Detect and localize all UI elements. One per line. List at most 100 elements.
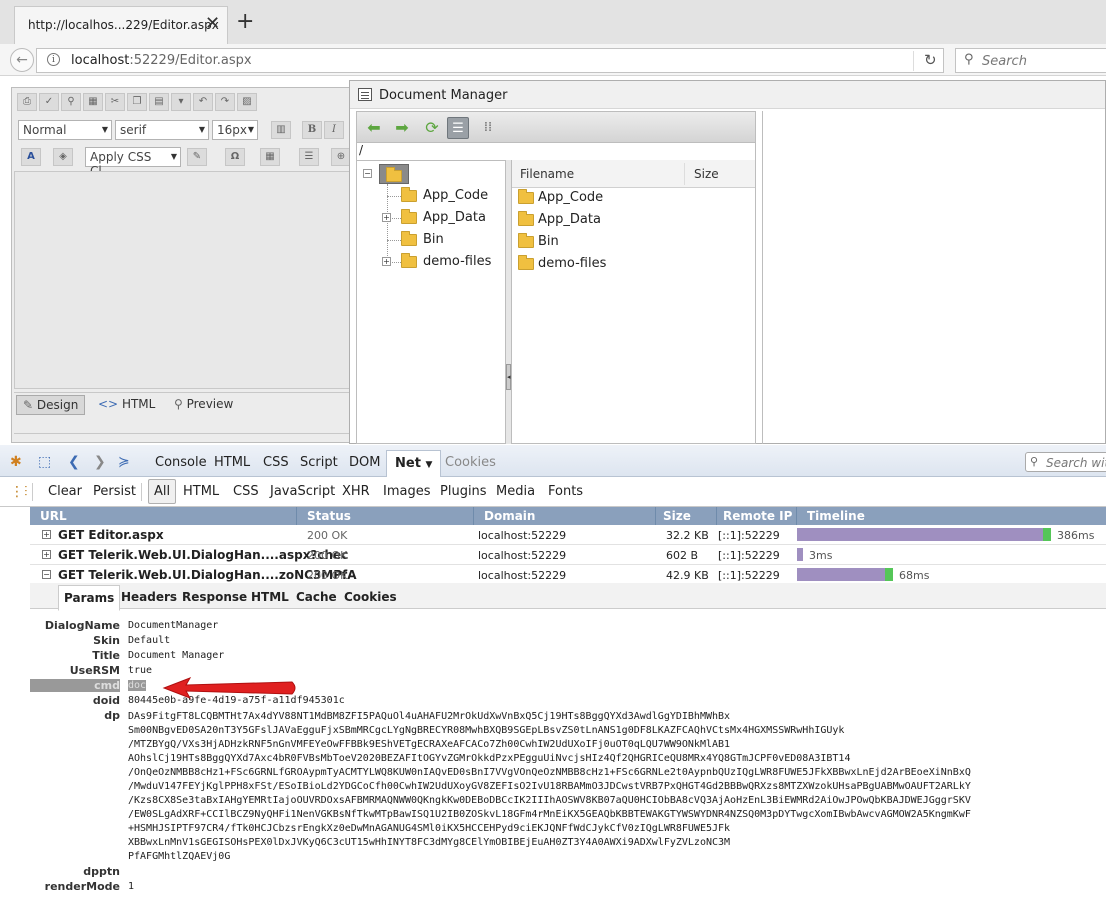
filter-javascript[interactable]: JavaScript xyxy=(270,484,335,499)
filter-html[interactable]: HTML xyxy=(183,484,219,499)
paste-icon[interactable]: ▤ xyxy=(149,93,169,111)
file-row-app-data[interactable]: App_Data xyxy=(518,210,601,227)
format-select[interactable]: Normal ▼ xyxy=(18,120,112,140)
insert-custom-icon[interactable]: ⊕ xyxy=(331,148,351,166)
collapse-pane-icon[interactable]: ◂ xyxy=(506,364,511,390)
cut-icon[interactable]: ✂ xyxy=(105,93,125,111)
undo-icon[interactable]: ↶ xyxy=(193,93,213,111)
timeline-bar[interactable] xyxy=(797,548,803,561)
close-tab-icon[interactable]: ✕ xyxy=(205,13,220,34)
new-tab-button[interactable]: + xyxy=(236,11,254,33)
command-line-icon[interactable]: ≽ xyxy=(118,454,130,470)
redo-icon[interactable]: ↷ xyxy=(215,93,235,111)
italic-icon[interactable]: I xyxy=(324,121,344,139)
dialog-titlebar[interactable]: Document Manager xyxy=(350,81,1105,109)
bold-icon[interactable]: B xyxy=(302,121,322,139)
tree-item-bin[interactable]: Bin xyxy=(401,230,444,247)
tree-item-demo-files[interactable]: demo-files xyxy=(401,252,491,269)
tab-html[interactable]: HTML xyxy=(214,455,250,470)
domain-column-header[interactable]: Domain xyxy=(484,509,535,523)
filter-css[interactable]: CSS xyxy=(233,484,259,499)
collapse-root-icon[interactable]: − xyxy=(363,169,372,178)
filter-plugins[interactable]: Plugins xyxy=(440,484,487,499)
forward-icon[interactable]: ❯ xyxy=(94,454,106,470)
file-row-app-code[interactable]: App_Code xyxy=(518,188,603,205)
filter-images[interactable]: Images xyxy=(383,484,431,499)
print-icon[interactable]: ⎙ xyxy=(17,93,37,111)
select-all-icon[interactable]: ▦ xyxy=(83,93,103,111)
css-class-select[interactable]: Apply CSS Cl...▼ xyxy=(85,147,181,178)
back-button[interactable]: ← xyxy=(10,48,34,72)
copy-icon[interactable]: ❐ xyxy=(127,93,147,111)
design-mode-tab[interactable]: ✎ Design xyxy=(16,395,86,415)
thumbnail-view-icon[interactable]: ⁞⁞ xyxy=(477,117,499,139)
expand-icon[interactable]: + xyxy=(382,213,391,222)
status-column-header[interactable]: Status xyxy=(307,509,351,523)
filter-media[interactable]: Media xyxy=(496,484,535,499)
filename-column-header[interactable]: Filename xyxy=(520,167,574,181)
tab-net[interactable]: Net ▼ xyxy=(386,450,442,478)
tab-response[interactable]: Response xyxy=(182,590,247,604)
symbols-icon[interactable]: Ω xyxy=(225,148,245,166)
image-manager-icon[interactable]: ▨ xyxy=(237,93,257,111)
size-column-header[interactable]: Size xyxy=(694,167,719,181)
url-column-header[interactable]: URL xyxy=(40,509,67,523)
root-folder-selected[interactable] xyxy=(379,164,409,184)
timeline-bar[interactable] xyxy=(797,528,1051,541)
info-icon[interactable]: i xyxy=(47,53,60,66)
editor-content-area[interactable] xyxy=(14,171,352,389)
reload-icon[interactable]: ↻ xyxy=(913,51,937,71)
net-request-row[interactable]: − GET Telerik.Web.UI.DialogHan....zoNC3MP… xyxy=(30,565,1106,585)
tree-item-app-data[interactable]: App_Data xyxy=(401,208,486,225)
tab-cookies[interactable]: Cookies xyxy=(445,455,496,470)
tab-headers[interactable]: Headers xyxy=(121,590,177,604)
font-size-select[interactable]: 16px ▼ xyxy=(212,120,258,140)
back-arrow-icon[interactable]: ⬅ xyxy=(363,117,385,139)
tab-console[interactable]: Console xyxy=(155,455,207,470)
filter-fonts[interactable]: Fonts xyxy=(548,484,583,499)
highlight-color-icon[interactable]: ◈ xyxy=(53,148,73,166)
browser-tab[interactable]: http://localhos...229/Editor.aspx ✕ xyxy=(14,6,228,44)
expand-icon[interactable]: + xyxy=(42,550,51,559)
tab-script[interactable]: Script xyxy=(300,455,338,470)
expand-icon[interactable]: + xyxy=(382,257,391,266)
refresh-icon[interactable]: ⟳ xyxy=(421,117,443,139)
size-column-header[interactable]: Size xyxy=(663,509,691,523)
font-color-icon[interactable]: A xyxy=(21,148,41,166)
format-painter-icon[interactable]: ▥ xyxy=(271,121,291,139)
address-bar[interactable]: i localhost:52229/Editor.aspx ↻ xyxy=(36,48,944,73)
file-row-demo-files[interactable]: demo-files xyxy=(518,254,606,271)
paste-options-icon[interactable]: ▾ xyxy=(171,93,191,111)
find-icon[interactable]: ⚲ xyxy=(61,93,81,111)
remote-ip-column-header[interactable]: Remote IP xyxy=(723,509,792,523)
firebug-search[interactable]: ⚲ Search with xyxy=(1025,452,1106,472)
tree-item-app-code[interactable]: App_Code xyxy=(401,186,488,203)
tab-cache[interactable]: Cache xyxy=(296,590,337,604)
tab-detail-cookies[interactable]: Cookies xyxy=(344,590,397,604)
html-mode-tab[interactable]: <> HTML xyxy=(92,395,161,415)
font-select[interactable]: serif ▼ xyxy=(115,120,209,140)
expand-icon[interactable]: + xyxy=(42,530,51,539)
firebug-bug-icon[interactable]: ✱ xyxy=(10,454,22,470)
inspect-element-icon[interactable]: ⬚ xyxy=(38,454,51,470)
back-icon[interactable]: ❮ xyxy=(68,454,80,470)
net-request-row[interactable]: + GET Telerik.Web.UI.DialogHan....aspx?ch… xyxy=(30,545,1106,565)
preview-mode-tab[interactable]: ⚲ Preview xyxy=(168,395,239,415)
tab-detail-html[interactable]: HTML xyxy=(251,590,289,604)
table-icon[interactable]: ▦ xyxy=(260,148,280,166)
search-box[interactable]: ⚲ Search xyxy=(955,48,1106,73)
net-request-row[interactable]: + GET Editor.aspx 200 OK localhost:52229 32.… xyxy=(30,525,1106,545)
forward-arrow-icon[interactable]: ➡ xyxy=(391,117,413,139)
tab-css[interactable]: CSS xyxy=(263,455,289,470)
spellcheck-icon[interactable]: ✓ xyxy=(39,93,59,111)
tab-dom[interactable]: DOM xyxy=(349,455,380,470)
persist-button[interactable]: Persist xyxy=(93,484,136,499)
format-stripper-icon[interactable]: ✎ xyxy=(187,148,207,166)
timeline-column-header[interactable]: Timeline xyxy=(807,509,865,523)
list-view-icon[interactable]: ☰ xyxy=(447,117,469,139)
timeline-bar[interactable] xyxy=(797,568,893,581)
collapse-icon[interactable]: − xyxy=(42,570,51,579)
filter-xhr[interactable]: XHR xyxy=(342,484,370,499)
tab-params[interactable]: Params xyxy=(58,585,121,611)
filter-all[interactable]: All xyxy=(148,479,177,504)
